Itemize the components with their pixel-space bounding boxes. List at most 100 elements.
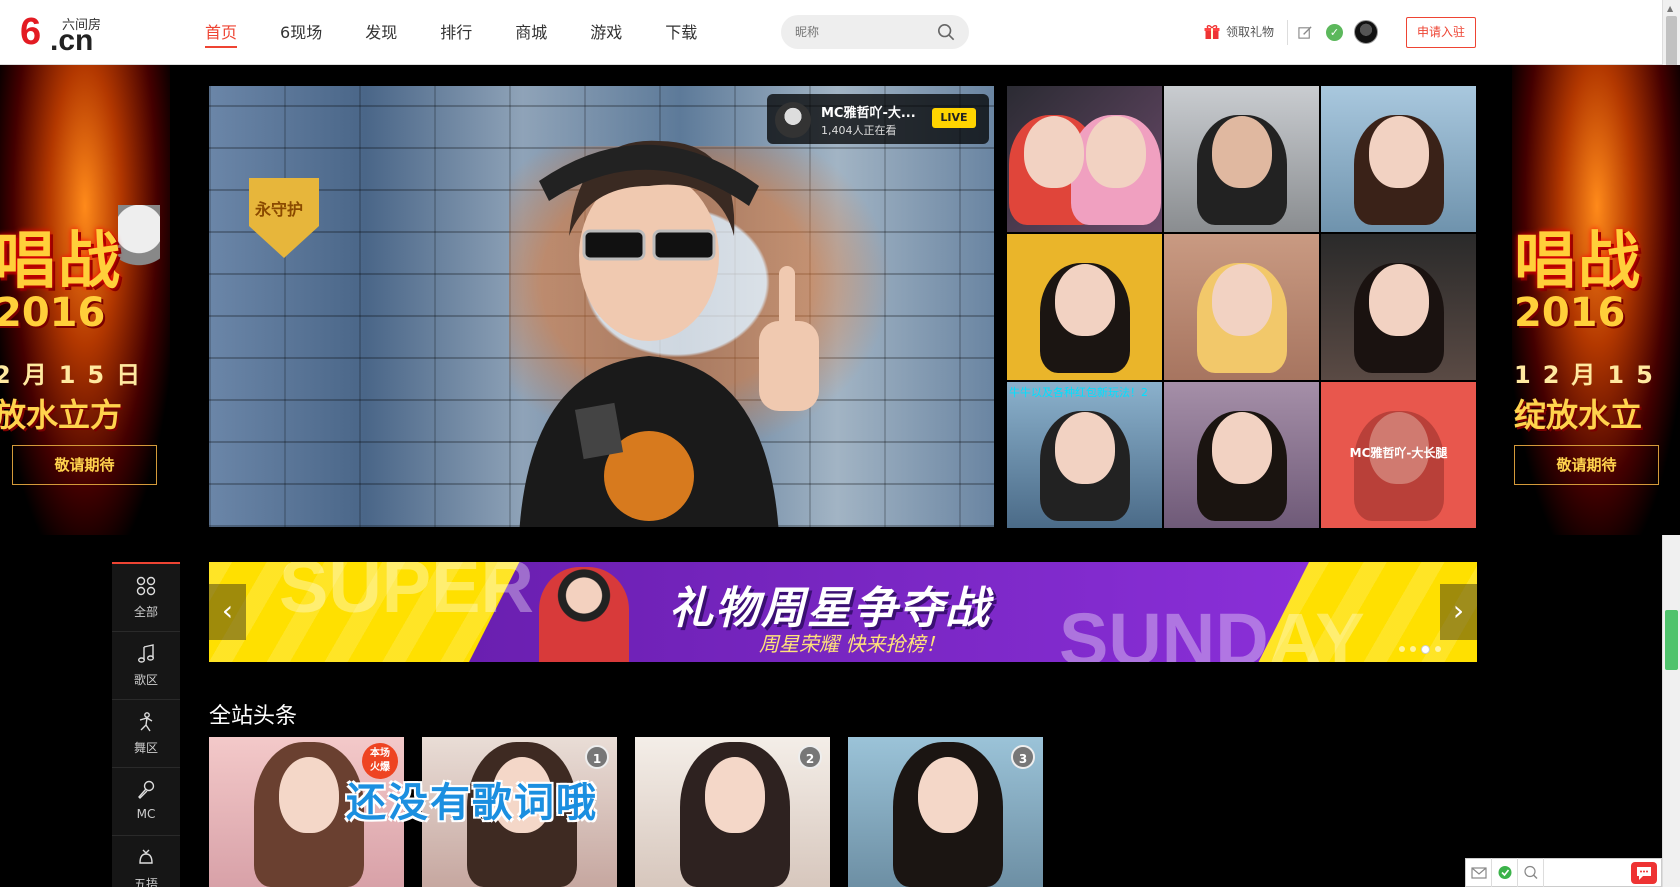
carousel-dot[interactable] bbox=[1410, 646, 1416, 652]
live-info-card[interactable]: MC雅哲吖-大... 1,404人正在看 LIVE bbox=[767, 94, 989, 144]
bell-icon bbox=[139, 849, 153, 864]
event-subtitle: 放水立方 bbox=[0, 396, 123, 434]
edit-icon[interactable] bbox=[1298, 25, 1313, 40]
card-face bbox=[279, 757, 339, 833]
event-banner-left[interactable]: 唱战 2016 2月15日 放水立方 敬请期待 bbox=[0, 65, 170, 535]
nav-home[interactable]: 首页 bbox=[205, 0, 238, 65]
event-button[interactable]: 敬请期待 bbox=[12, 445, 157, 485]
promo-carousel[interactable]: SUPER SUNDAY 礼物周星争夺战 周星荣耀 快来抢榜！ bbox=[209, 562, 1477, 662]
top-header: 6 六间房 .cn 首页 6现场 发现 排行 商城 游戏 下载 领取礼物 ✓ 申… bbox=[0, 0, 1662, 65]
room-thumbnail[interactable] bbox=[1164, 382, 1319, 528]
event-year: 2016 bbox=[1514, 290, 1626, 336]
logo-domain: .cn bbox=[50, 24, 94, 57]
nav-shop[interactable]: 商城 bbox=[515, 0, 547, 65]
side-widget-tab[interactable] bbox=[1665, 610, 1678, 670]
microphone-graphic bbox=[118, 205, 160, 285]
verified-button[interactable] bbox=[1492, 858, 1518, 887]
mail-button[interactable] bbox=[1466, 858, 1492, 887]
main-nav: 首页 6现场 发现 排行 商城 游戏 下载 bbox=[205, 0, 740, 65]
logo-number: 6 bbox=[20, 11, 42, 53]
claim-gift-link[interactable]: 领取礼物 bbox=[1204, 23, 1274, 40]
room-thumbnail[interactable] bbox=[1321, 234, 1476, 380]
thumb-face bbox=[1054, 411, 1115, 484]
sidebar-item-dance[interactable]: 舞区 bbox=[112, 700, 180, 768]
search-icon[interactable] bbox=[937, 23, 955, 41]
event-banner-right[interactable]: 唱战 2016 12月15 绽放水立 敬请期待 bbox=[1512, 65, 1680, 535]
thumb-face bbox=[1368, 263, 1429, 336]
floating-toolbar bbox=[1465, 858, 1662, 887]
sidebar-item-more[interactable]: 五捂 bbox=[112, 836, 180, 887]
carousel-dot[interactable] bbox=[1399, 646, 1405, 652]
live-badge: LIVE bbox=[932, 108, 976, 128]
carousel-prev-button[interactable]: ‹ bbox=[209, 584, 246, 640]
check-circle-icon bbox=[1498, 866, 1512, 879]
card-face bbox=[918, 757, 978, 833]
room-thumbnail-grid: 牛牛以及各种红包新玩法！2 MC雅哲吖-大长腿 bbox=[1007, 86, 1477, 528]
nav-discover[interactable]: 发现 bbox=[365, 0, 397, 65]
gift-label: 领取礼物 bbox=[1226, 25, 1275, 39]
thumb-face bbox=[1211, 411, 1272, 484]
room-thumbnail[interactable] bbox=[1007, 234, 1162, 380]
thumb-ticker: 牛牛以及各种红包新玩法！2 bbox=[1009, 386, 1148, 399]
nav-download[interactable]: 下载 bbox=[665, 0, 697, 65]
featured-live-video[interactable]: 永守护 MC雅哲吖-大... 1,404人正在看 LIVE bbox=[209, 86, 994, 527]
chat-button[interactable] bbox=[1631, 862, 1657, 884]
zoom-button[interactable] bbox=[1518, 858, 1544, 887]
thumb-face bbox=[1211, 115, 1272, 188]
scroll-up-icon[interactable]: ▲ bbox=[1667, 4, 1673, 13]
nav-ranking[interactable]: 排行 bbox=[440, 0, 472, 65]
sidebar-item-label: 舞区 bbox=[133, 741, 158, 755]
apply-button[interactable]: 申请入驻 bbox=[1406, 17, 1476, 48]
headline-card[interactable]: 3 bbox=[848, 737, 1043, 887]
room-thumbnail-active[interactable]: MC雅哲吖-大长腿 bbox=[1321, 382, 1476, 528]
viewer-count: 1,404人正在看 bbox=[821, 124, 897, 137]
verified-icon[interactable]: ✓ bbox=[1326, 24, 1343, 41]
thumb-face bbox=[1023, 115, 1084, 188]
streamer-avatar[interactable] bbox=[775, 102, 811, 138]
streamer-figure bbox=[519, 140, 819, 527]
carousel-dot-active[interactable] bbox=[1421, 645, 1430, 654]
carousel-dots bbox=[1399, 645, 1441, 654]
room-thumbnail[interactable] bbox=[1164, 86, 1319, 232]
sidebar-item-mc[interactable]: MC bbox=[112, 768, 180, 836]
category-sidebar: 全部 歌区 舞区 MC 五捂 bbox=[112, 562, 180, 887]
gift-icon bbox=[1204, 24, 1220, 39]
sidebar-item-songs[interactable]: 歌区 bbox=[112, 632, 180, 700]
room-thumbnail[interactable]: 牛牛以及各种红包新玩法！2 bbox=[1007, 382, 1162, 528]
nav-live[interactable]: 6现场 bbox=[280, 0, 322, 65]
rank-badge: 1 bbox=[585, 745, 609, 769]
room-thumbnail[interactable] bbox=[1007, 86, 1162, 232]
site-logo[interactable]: 6 六间房 .cn bbox=[20, 10, 110, 57]
promo-title: 礼物周星争夺战 bbox=[669, 583, 991, 634]
nav-games[interactable]: 游戏 bbox=[590, 0, 622, 65]
thumb-face bbox=[1054, 263, 1115, 336]
streamer-name: MC雅哲吖-大... bbox=[821, 106, 916, 121]
header-divider bbox=[1287, 20, 1288, 45]
event-title: 唱战 bbox=[1514, 224, 1643, 297]
thumb-label: MC雅哲吖-大长腿 bbox=[1349, 446, 1448, 460]
magnifier-icon bbox=[1524, 865, 1538, 879]
headline-card[interactable]: 2 bbox=[635, 737, 830, 887]
promo-bg-text: SUPER bbox=[279, 562, 534, 628]
rank-badge: 2 bbox=[798, 745, 822, 769]
mail-icon bbox=[1471, 867, 1487, 879]
event-button[interactable]: 敬请期待 bbox=[1514, 445, 1659, 485]
user-avatar[interactable] bbox=[1354, 20, 1378, 44]
event-subtitle: 绽放水立 bbox=[1514, 396, 1643, 434]
card-face bbox=[705, 757, 765, 833]
search-box bbox=[781, 15, 969, 49]
event-date: 12月15 bbox=[1514, 361, 1665, 389]
search-input[interactable] bbox=[795, 22, 925, 42]
sidebar-item-label: MC bbox=[136, 807, 156, 821]
grid-icon bbox=[136, 576, 156, 596]
promo-bg-text: SUNDAY bbox=[1059, 598, 1365, 662]
carousel-next-button[interactable]: › bbox=[1440, 584, 1477, 640]
room-thumbnail[interactable] bbox=[1321, 86, 1476, 232]
carousel-dot[interactable] bbox=[1435, 646, 1441, 652]
room-thumbnail[interactable] bbox=[1164, 234, 1319, 380]
thumb-face bbox=[1211, 263, 1272, 336]
sidebar-item-label: 全部 bbox=[133, 605, 158, 619]
music-note-icon bbox=[138, 644, 154, 663]
promo-figure bbox=[539, 567, 629, 662]
sidebar-item-all[interactable]: 全部 bbox=[112, 564, 180, 632]
